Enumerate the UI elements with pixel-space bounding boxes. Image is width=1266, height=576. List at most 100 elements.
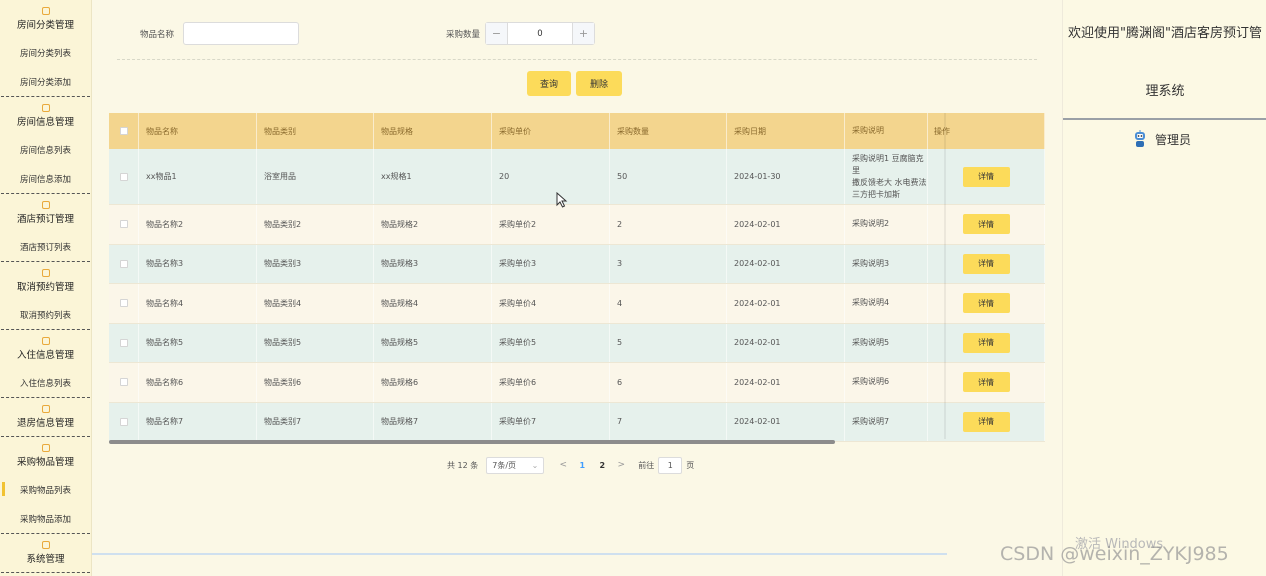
date-cell: 2024-02-01 [727,323,845,362]
purchase-table: 物品名称 物品类别 物品规格 采购单价 采购数量 采购日期 采购说明 操作 xx… [109,113,1045,444]
select-all-checkbox[interactable] [119,127,128,135]
date-cell: 2024-02-01 [727,205,845,244]
sidebar-group-title: 房间分类管理 [16,20,74,31]
chevron-down-icon: ⌄ [531,460,539,470]
header-panel: 欢迎使用"腾渊阁"酒店客房预订管 理系统 管理员 激活 Windows [1062,0,1266,576]
detail-button[interactable]: 详情 [962,214,1010,235]
header-date[interactable]: 采购日期 [727,113,845,149]
horizontal-scrollbar[interactable] [109,440,835,444]
item-category-cell: 物品类别3 [257,244,374,283]
sidebar-group-title: 房间信息管理 [16,117,74,128]
sidebar-group[interactable]: 房间信息管理 [0,97,91,135]
search-button[interactable]: 查询 [527,71,571,96]
welcome-title-cont: 理系统 [1145,84,1185,99]
row-checkbox[interactable] [119,417,128,426]
unit-price-cell: 采购单价3 [492,244,610,283]
sidebar-group[interactable]: 房间分类管理 [0,0,91,38]
goto-page-input[interactable]: 1 [658,456,683,474]
item-spec-cell: 物品规格4 [374,284,492,323]
sidebar-item[interactable]: 房间分类添加 [0,67,91,96]
item-spec-cell: 物品规格6 [374,363,492,402]
decrement-button[interactable]: − [486,23,508,44]
detail-button[interactable]: 详情 [962,332,1010,353]
increment-button[interactable]: + [572,23,594,44]
menu-square-icon [41,269,50,277]
menu-square-icon [41,201,50,209]
sidebar-group-title: 系统管理 [26,554,65,565]
table-row: 物品名称6 物品类别6 物品规格6 采购单价6 6 2024-02-01 采购说明6 详情 [109,363,1045,403]
detail-button[interactable]: 详情 [962,253,1010,274]
item-spec-cell: xx规格1 [374,149,492,204]
description-cell: 采购说明2 [845,205,928,244]
row-checkbox[interactable] [119,338,128,347]
row-checkbox[interactable] [119,259,128,268]
sidebar-item[interactable]: 采购物品添加 [0,504,91,533]
header-divider [1063,118,1266,120]
header-description[interactable]: 采购说明 [845,113,928,149]
row-select-cell [109,205,139,244]
sidebar-item[interactable]: 取消预约列表 [0,300,91,329]
sidebar-group[interactable]: 取消预约管理 [0,262,91,300]
date-cell: 2024-02-01 [727,363,845,402]
sidebar-group[interactable]: 采购物品管理 [0,437,91,475]
row-checkbox[interactable] [119,172,128,181]
name-search-input[interactable] [183,22,299,45]
row-select-cell [109,323,139,362]
description-cell: 采购说明5 [845,323,928,362]
quantity-cell: 3 [610,244,727,283]
row-select-cell [109,149,139,204]
sidebar-item[interactable]: 采购物品列表 [0,475,91,504]
detail-button[interactable]: 详情 [962,166,1010,187]
detail-button[interactable]: 详情 [962,372,1010,393]
next-page-button[interactable]: > [612,460,630,470]
sidebar-group-title: 退房信息管理 [16,418,74,429]
sidebar-item[interactable]: 入住信息列表 [0,368,91,397]
prev-page-button[interactable]: < [554,460,572,470]
sidebar-group[interactable]: 入住信息管理 [0,330,91,368]
row-checkbox[interactable] [119,220,128,229]
page-1-button[interactable]: 1 [572,461,592,470]
robot-avatar-icon [1135,130,1145,147]
goto-label: 前往 [638,460,655,470]
divider [117,59,1037,60]
sidebar-group[interactable]: 系统管理 [0,534,91,572]
quantity-value[interactable]: 0 [508,23,572,44]
table-header: 物品名称 物品类别 物品规格 采购单价 采购数量 采购日期 采购说明 操作 [109,113,1045,149]
sidebar-group-title: 采购物品管理 [16,457,74,468]
row-select-cell [109,402,139,441]
page-2-button[interactable]: 2 [592,461,612,470]
menu-square-icon [41,444,50,452]
detail-button[interactable]: 详情 [962,411,1010,432]
sidebar-item[interactable]: 酒店预订列表 [0,232,91,261]
quantity-cell: 7 [610,402,727,441]
detail-button[interactable]: 详情 [962,293,1010,314]
main-content: 物品名称 采购数量 − 0 + 查询 删除 物品名称 物品类别 物品规格 采购单… [92,0,1062,576]
row-checkbox[interactable] [119,299,128,308]
quantity-cell: 50 [610,149,727,204]
row-checkbox[interactable] [119,378,128,387]
sidebar-item[interactable]: 房间分类列表 [0,38,91,67]
page-size-select[interactable]: 7条/页 ⌄ [486,456,545,474]
header-quantity[interactable]: 采购数量 [610,113,727,149]
header-item-name[interactable]: 物品名称 [139,113,257,149]
date-cell: 2024-02-01 [727,244,845,283]
unit-price-cell: 采购单价4 [492,284,610,323]
quantity-stepper[interactable]: − 0 + [485,22,595,45]
item-spec-cell: 物品规格5 [374,323,492,362]
user-menu[interactable]: 管理员 [1133,130,1191,148]
item-name-cell: xx物品1 [139,149,257,204]
sidebar-group[interactable]: 退房信息管理 [0,398,91,436]
delete-button[interactable]: 删除 [576,71,622,96]
sidebar-item[interactable]: 房间信息添加 [0,164,91,193]
sidebar-item[interactable]: 房间信息列表 [0,135,91,164]
item-category-cell: 物品类别5 [257,323,374,362]
item-spec-cell: 物品规格7 [374,402,492,441]
unit-price-cell: 采购单价6 [492,363,610,402]
sidebar-group-title: 取消预约管理 [16,282,74,293]
header-item-category[interactable]: 物品类别 [257,113,374,149]
date-cell: 2024-01-30 [727,149,845,204]
header-item-spec[interactable]: 物品规格 [374,113,492,149]
sidebar-group[interactable]: 酒店预订管理 [0,194,91,232]
header-unit-price[interactable]: 采购单价 [492,113,610,149]
table-row: 物品名称7 物品类别7 物品规格7 采购单价7 7 2024-02-01 采购说明7 详情 [109,402,1045,442]
